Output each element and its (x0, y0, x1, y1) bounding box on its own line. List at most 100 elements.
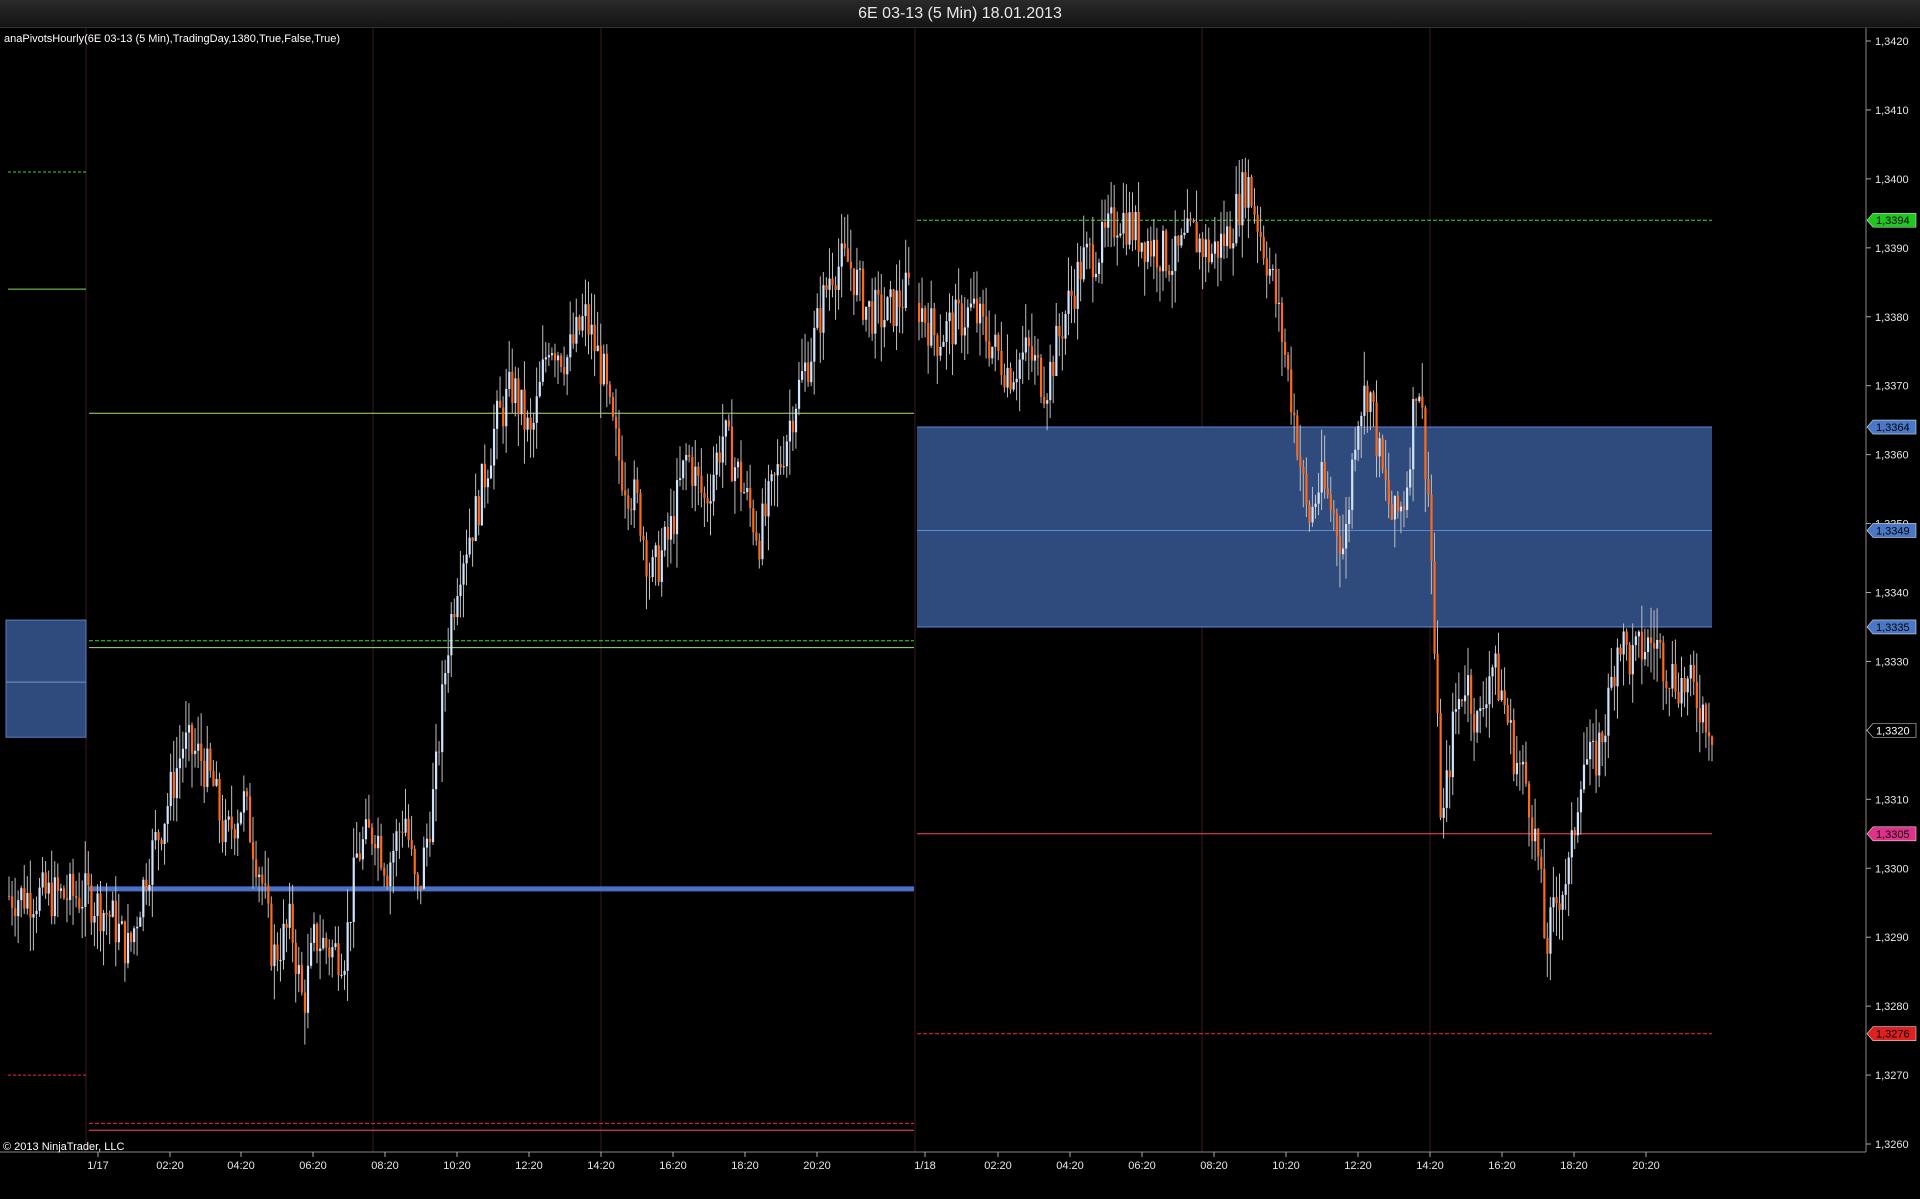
day1-candle (419, 885, 422, 889)
day2-candle (1430, 494, 1433, 562)
day2-candle (1589, 741, 1592, 760)
day1-candle (572, 334, 575, 344)
day1-candle (459, 584, 462, 597)
x-tick-label: 20:20 (803, 1160, 831, 1172)
day1-candle (526, 417, 529, 430)
day1-candle (395, 831, 398, 851)
day1-candle (672, 516, 676, 535)
day1-candle (136, 926, 139, 929)
day1-candle (166, 806, 169, 824)
day2-candle (982, 303, 985, 317)
day1-candle (584, 304, 587, 317)
day1-candle (733, 467, 737, 482)
day2-candle (1036, 355, 1040, 358)
day1-candle (169, 771, 172, 807)
day2-candle (1701, 704, 1705, 723)
day2-candle (1046, 400, 1049, 404)
day1-candle (901, 307, 904, 309)
price-chart[interactable]: 1,3420 1,3410 1,3400 1,3390 1,3380 1,3370 1,33… (0, 28, 1920, 1199)
day1-candle (316, 924, 319, 952)
day1-candle (840, 243, 843, 267)
day1-candle (14, 908, 17, 917)
day1-candle (669, 516, 673, 540)
day1-candle (553, 353, 557, 361)
day1-candle (883, 320, 886, 328)
day1-candle (410, 839, 413, 849)
y-tick-label: 1,3280 (1875, 1001, 1909, 1013)
day2-candle (1707, 732, 1711, 737)
day1-candle (651, 557, 654, 578)
day1-candle (602, 353, 605, 385)
day1-candle (404, 818, 407, 833)
day2-candle (1162, 230, 1165, 272)
day1-candle (794, 408, 798, 433)
day2-candle (1348, 509, 1351, 524)
day2-candle (1000, 350, 1003, 376)
day2-candle (1512, 720, 1515, 775)
day2-candle (1491, 667, 1494, 677)
day1-candle (84, 873, 87, 907)
day1-candle (810, 361, 813, 383)
day1-candle (621, 460, 624, 491)
day2-candle (1290, 369, 1293, 413)
day1-candle (78, 898, 81, 909)
y-tick-label: 1,3260 (1875, 1139, 1909, 1151)
day1-candle (163, 823, 166, 844)
day1-candle (319, 948, 322, 952)
day1-candle (172, 771, 175, 799)
day2-candle (1674, 663, 1677, 692)
day1-candle (200, 743, 203, 761)
day1-candle (242, 791, 246, 813)
day2-candle (957, 299, 960, 304)
price-tag-zone-top: 1,3364 (1876, 422, 1910, 434)
day1-candle (428, 838, 432, 843)
day2-candle (1445, 770, 1448, 808)
day2-candle (969, 303, 973, 308)
day2-candle (1711, 736, 1714, 745)
day1-candle (633, 479, 636, 511)
day1-candle (514, 378, 517, 404)
day1-candle (785, 441, 788, 467)
day2-candle (1131, 212, 1134, 241)
day2-candle (1552, 897, 1555, 908)
day2-candle (1073, 295, 1076, 309)
day1-candle (41, 872, 44, 888)
day1-candle (846, 248, 849, 262)
day1-candle (819, 308, 822, 333)
day2-candle (1030, 346, 1034, 361)
day1-candle (258, 874, 261, 878)
day1-candle (236, 823, 239, 839)
day2-candle (1585, 759, 1589, 765)
day2-candle (1643, 652, 1647, 660)
day1-candle (187, 725, 191, 733)
day2-candle (936, 335, 939, 356)
day2-candle (1662, 642, 1665, 682)
day1-candle (32, 914, 35, 918)
day1-candle (267, 885, 270, 904)
day2-candle (1067, 290, 1070, 314)
day2-candle (1476, 711, 1479, 733)
day2-candle (954, 299, 957, 345)
day1-candle (822, 285, 825, 333)
day1-candle (294, 942, 297, 974)
day2-candle (1381, 438, 1384, 469)
day1-candle (151, 840, 154, 885)
day2-candle (1311, 506, 1314, 523)
y-tick-label: 1,3360 (1875, 450, 1909, 462)
day2-candle (1637, 631, 1640, 637)
day2-candle (1399, 506, 1403, 512)
day2-candle (1061, 336, 1064, 339)
day2-candle (1146, 241, 1149, 262)
day1-candle (657, 545, 660, 582)
day2-candle (1198, 238, 1201, 253)
day2-candle (1018, 359, 1021, 379)
day2-candle (1332, 509, 1335, 514)
day1-candle (566, 357, 569, 375)
day1-candle (184, 732, 188, 749)
day1-candle (425, 838, 429, 848)
day2-candle (1320, 461, 1323, 493)
day1-candle (636, 479, 639, 494)
day1-candle (35, 910, 38, 915)
day2-candle (1006, 367, 1009, 388)
day1-candle (761, 503, 764, 560)
